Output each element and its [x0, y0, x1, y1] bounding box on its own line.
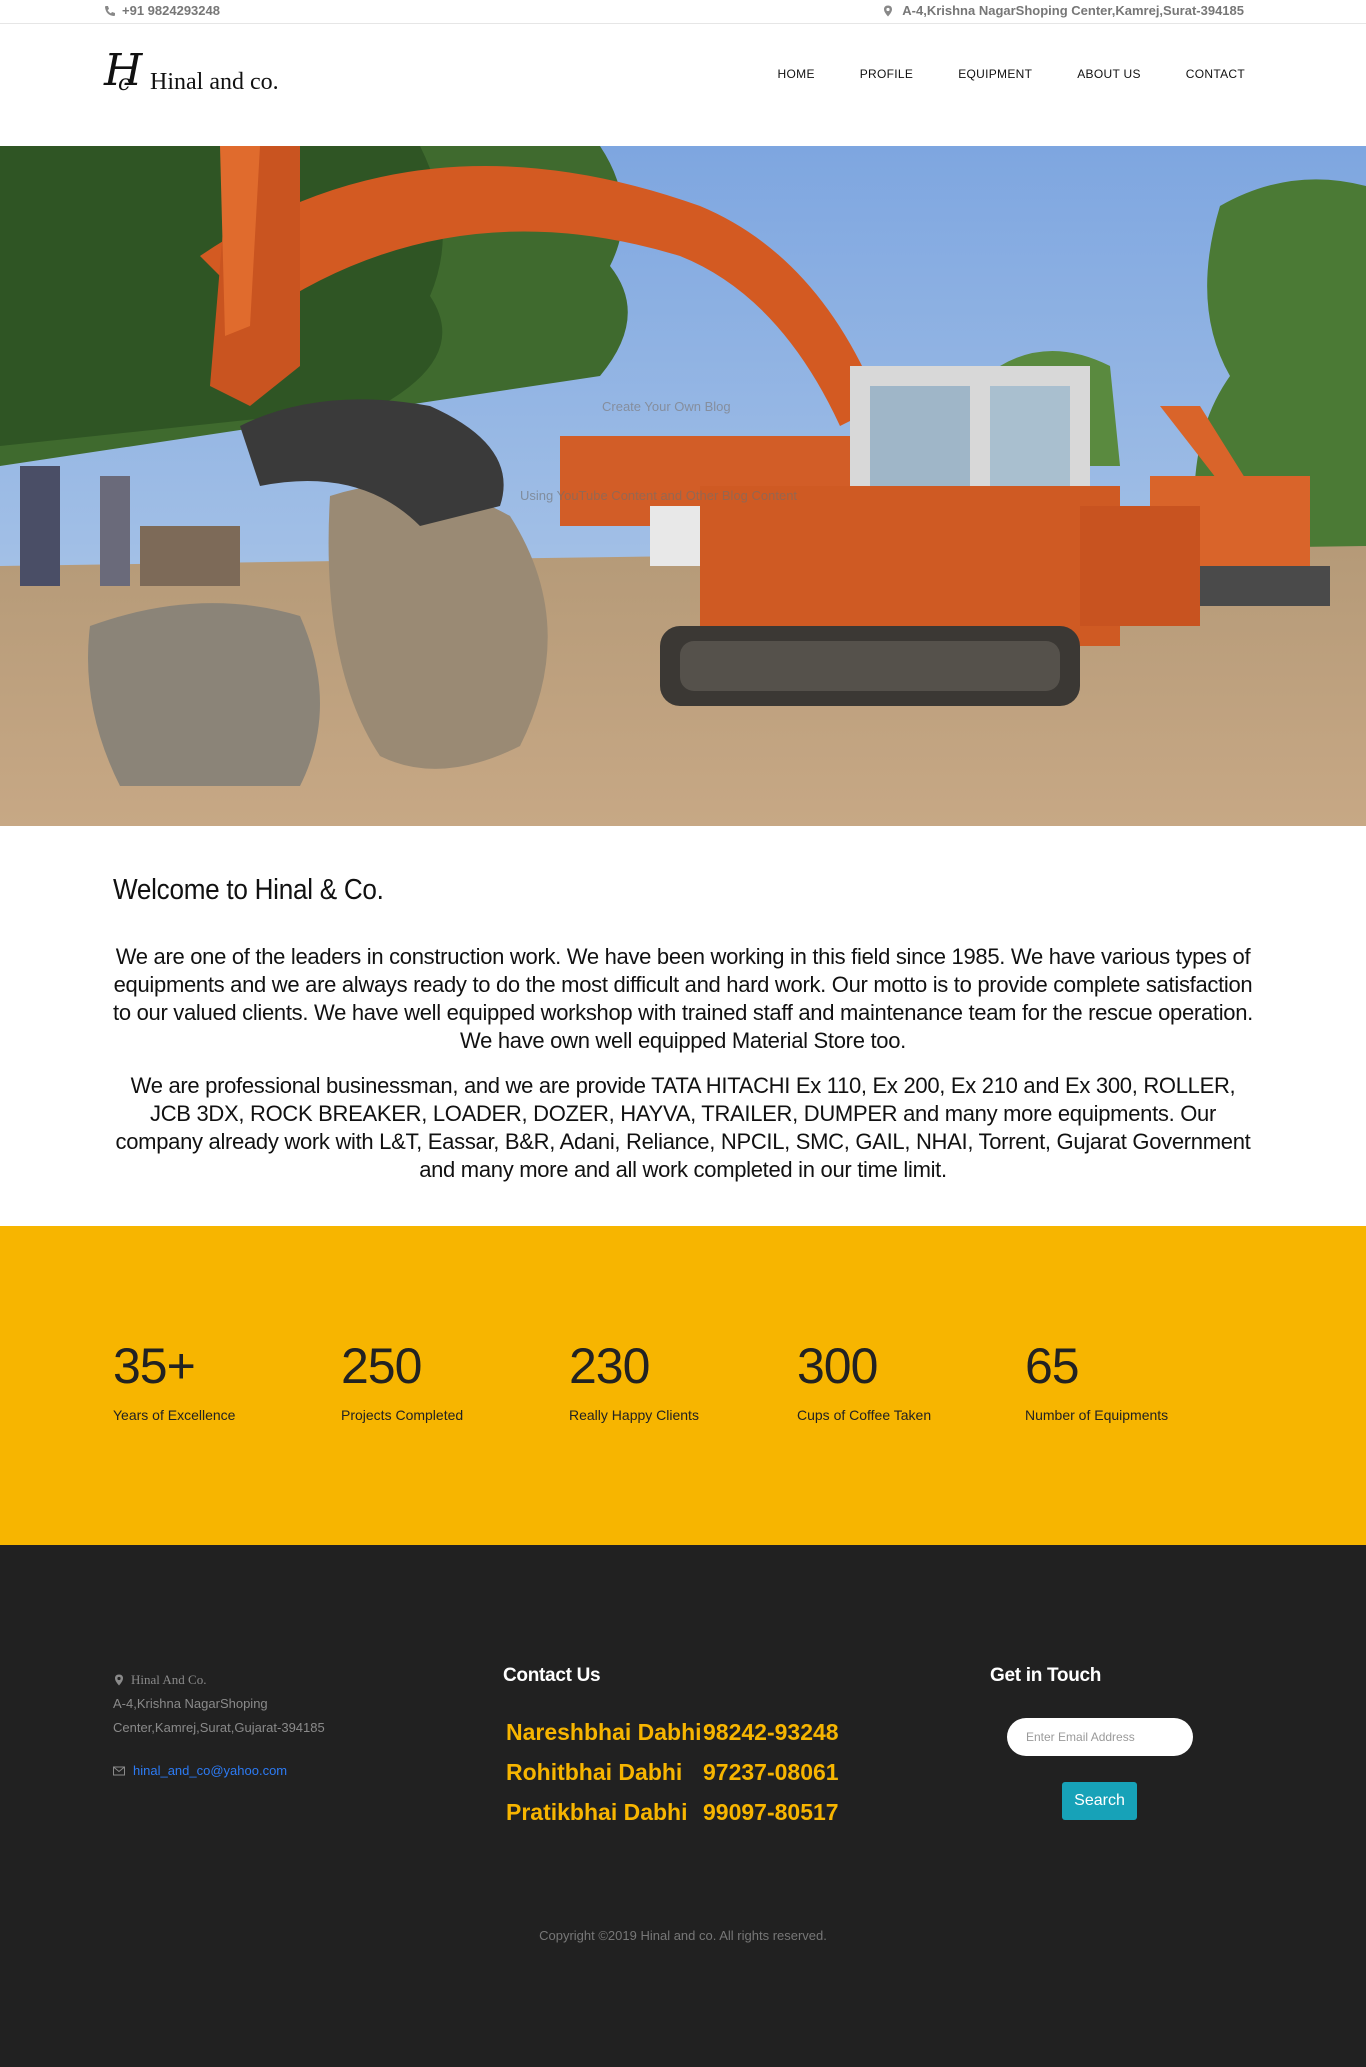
contact-row: Rohitbhai Dabhi 97237-08061 — [506, 1757, 839, 1797]
welcome-paragraph-2: We are professional businessman, and we … — [115, 1073, 1251, 1182]
main-nav: HOME PROFILE EQUIPMENT ABOUT US CONTACT — [778, 67, 1245, 81]
stat-label: Projects Completed — [341, 1407, 464, 1423]
contact-name: Nareshbhai Dabhi — [506, 1719, 702, 1745]
email-input[interactable] — [1007, 1718, 1193, 1756]
stat-value: 230 — [569, 1338, 650, 1394]
stat-coffee: 300 Cups of Coffee Taken — [797, 1341, 931, 1423]
stats-section: 35+ Years of Excellence 250 Projects Com… — [0, 1226, 1366, 1545]
contact-name: Rohitbhai Dabhi — [506, 1759, 683, 1785]
site-footer: Hinal And Co. A-4,Krishna NagarShoping C… — [0, 1545, 1366, 2067]
copyright-text: Copyright ©2019 Hinal and co. All rights… — [539, 1928, 827, 1943]
contact-row: Pratikbhai Dabhi 99097-80517 — [506, 1797, 839, 1837]
get-in-touch-heading: Get in Touch — [990, 1665, 1102, 1686]
stat-value: 300 — [797, 1338, 878, 1394]
welcome-title: Welcome to Hinal & Co. — [113, 874, 384, 906]
contact-name: Pratikbhai Dabhi — [506, 1799, 688, 1825]
contact-phone[interactable]: 98242-93248 — [703, 1717, 839, 1757]
stat-label: Years of Excellence — [113, 1407, 236, 1423]
stat-value: 65 — [1025, 1338, 1080, 1394]
nav-home[interactable]: HOME — [778, 67, 815, 81]
hero-overlay-subtitle: Using YouTube Content and Other Blog Con… — [520, 488, 798, 503]
hero-banner: Create Your Own Blog Using YouTube Conte… — [0, 146, 1366, 826]
map-marker-icon — [115, 1674, 123, 1686]
top-phone[interactable]: +91 9824293248 — [104, 3, 220, 18]
top-address-text: A-4,Krishna NagarShoping Center,Kamrej,S… — [902, 3, 1244, 18]
top-bar: +91 9824293248 A-4,Krishna NagarShoping … — [0, 0, 1366, 24]
nav-about-us[interactable]: ABOUT US — [1077, 67, 1141, 81]
site-logo[interactable]: H c Hinal and co. — [104, 49, 304, 101]
welcome-section: Welcome to Hinal & Co. We are one of the… — [113, 874, 1253, 1182]
logo-monogram-small: c — [118, 71, 131, 96]
stat-label: Really Happy Clients — [569, 1407, 699, 1423]
logo-text: Hinal and co. — [150, 69, 279, 95]
stat-label: Cups of Coffee Taken — [797, 1407, 932, 1423]
contact-list: Nareshbhai Dabhi 98242-93248 Rohitbhai D… — [506, 1717, 839, 1837]
footer-company-name: Hinal And Co. — [131, 1672, 207, 1687]
footer-address-line-2: Center,Kamrej,Surat,Gujarat-394185 — [113, 1720, 325, 1735]
stat-value: 250 — [341, 1338, 422, 1394]
contact-phone[interactable]: 97237-08061 — [703, 1757, 839, 1797]
footer-address-line-1: A-4,Krishna NagarShoping — [113, 1696, 268, 1711]
search-button[interactable]: Search — [1062, 1782, 1137, 1820]
stat-clients: 230 Really Happy Clients — [569, 1341, 699, 1423]
nav-contact[interactable]: CONTACT — [1186, 67, 1245, 81]
footer-email-link[interactable]: hinal_and_co@yahoo.com — [133, 1763, 287, 1778]
welcome-paragraph-1: We are one of the leaders in constructio… — [113, 944, 1253, 1053]
envelope-icon — [113, 1766, 125, 1775]
footer-company: Hinal And Co. — [113, 1668, 413, 1692]
footer-address: Hinal And Co. A-4,Krishna NagarShoping C… — [113, 1668, 413, 1740]
stat-equipments: 65 Number of Equipments — [1025, 1341, 1168, 1423]
hero-overlay-title: Create Your Own Blog — [602, 399, 731, 414]
contact-phone[interactable]: 99097-80517 — [703, 1797, 839, 1837]
stat-projects: 250 Projects Completed — [341, 1341, 463, 1423]
stat-value: 35+ — [113, 1338, 196, 1394]
footer-email: hinal_and_co@yahoo.com — [113, 1763, 287, 1778]
nav-profile[interactable]: PROFILE — [860, 67, 913, 81]
nav-equipment[interactable]: EQUIPMENT — [958, 67, 1032, 81]
stat-label: Number of Equipments — [1025, 1407, 1169, 1423]
phone-icon — [105, 5, 115, 16]
top-phone-text: +91 9824293248 — [122, 3, 220, 18]
hero-excavator-image — [0, 146, 1366, 826]
site-header: H c Hinal and co. HOME PROFILE EQUIPMENT… — [0, 25, 1366, 146]
contact-row: Nareshbhai Dabhi 98242-93248 — [506, 1717, 839, 1757]
top-address: A-4,Krishna NagarShoping Center,Kamrej,S… — [882, 3, 1244, 18]
stat-years: 35+ Years of Excellence — [113, 1341, 235, 1423]
map-marker-icon — [884, 5, 893, 16]
contact-heading: Contact Us — [503, 1665, 601, 1686]
